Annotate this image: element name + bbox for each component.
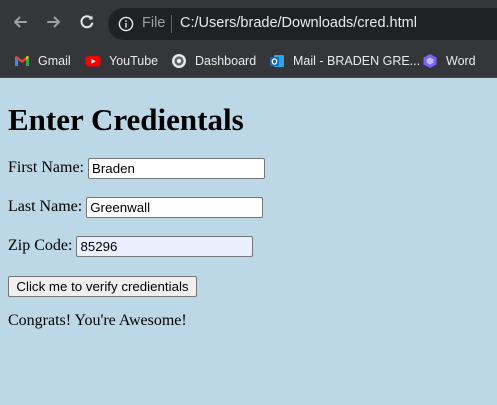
zip-code-input[interactable]: 85296 xyxy=(76,235,254,257)
file-scheme-label: File xyxy=(142,15,166,31)
url-text[interactable]: C:/Users/brade/Downloads/cred.html xyxy=(180,15,417,31)
last-name-input[interactable]: Greenwall xyxy=(86,196,264,218)
last-name-value: Greenwall xyxy=(90,199,151,215)
last-name-label: Last Name: xyxy=(8,198,83,215)
reload-icon xyxy=(80,15,94,29)
bookmark-dashboard[interactable]: Dashboard xyxy=(171,50,256,72)
gmail-icon xyxy=(15,56,29,66)
address-separator xyxy=(171,15,172,33)
bookmarks-bar: Gmail YouTube Dashboard Mail - BRADEN GR… xyxy=(0,46,497,77)
info-icon[interactable] xyxy=(118,16,134,32)
back-arrow-icon xyxy=(14,16,27,28)
bookmark-label: Dashboard xyxy=(195,54,257,68)
address-bar[interactable]: File C:/Users/brade/Downloads/cred.html xyxy=(108,8,497,40)
dashboard-icon xyxy=(172,54,186,68)
last-name-row: Last Name: Greenwall xyxy=(8,196,264,218)
first-name-row: First Name: Braden xyxy=(8,157,265,179)
reload-button[interactable] xyxy=(75,10,99,34)
result-message: Congrats! You're Awesome! xyxy=(8,312,187,329)
zip-code-label: Zip Code: xyxy=(8,237,73,254)
browser-toolbar: File C:/Users/brade/Downloads/cred.html xyxy=(0,0,497,46)
first-name-value: Braden xyxy=(92,160,135,176)
youtube-icon xyxy=(85,56,101,67)
page-content: Enter Credientals First Name: Braden Las… xyxy=(0,78,497,405)
forward-button[interactable] xyxy=(42,10,66,34)
first-name-input[interactable]: Braden xyxy=(88,157,265,179)
verify-credentials-button[interactable]: Click me to verify credientials xyxy=(8,276,197,297)
zip-code-row: Zip Code: 85296 xyxy=(8,235,254,257)
word-icon xyxy=(423,54,437,68)
page-title: Enter Credientals xyxy=(8,102,244,137)
bookmark-youtube[interactable]: YouTube xyxy=(85,50,158,72)
bookmark-word[interactable]: Word xyxy=(422,50,476,72)
forward-arrow-icon xyxy=(47,16,60,28)
outlook-mail-icon xyxy=(270,55,284,67)
bookmark-label: Mail - BRADEN GRE... xyxy=(293,54,421,68)
bookmark-gmail[interactable]: Gmail xyxy=(14,50,71,72)
back-button[interactable] xyxy=(8,10,32,34)
bookmark-label: Gmail xyxy=(38,54,71,68)
first-name-label: First Name: xyxy=(8,159,84,176)
zip-code-value: 85296 xyxy=(80,238,118,254)
bookmark-label: YouTube xyxy=(109,54,159,68)
bookmark-outlook-mail[interactable]: Mail - BRADEN GRE... xyxy=(269,50,420,72)
bookmark-label: Word xyxy=(446,54,476,68)
